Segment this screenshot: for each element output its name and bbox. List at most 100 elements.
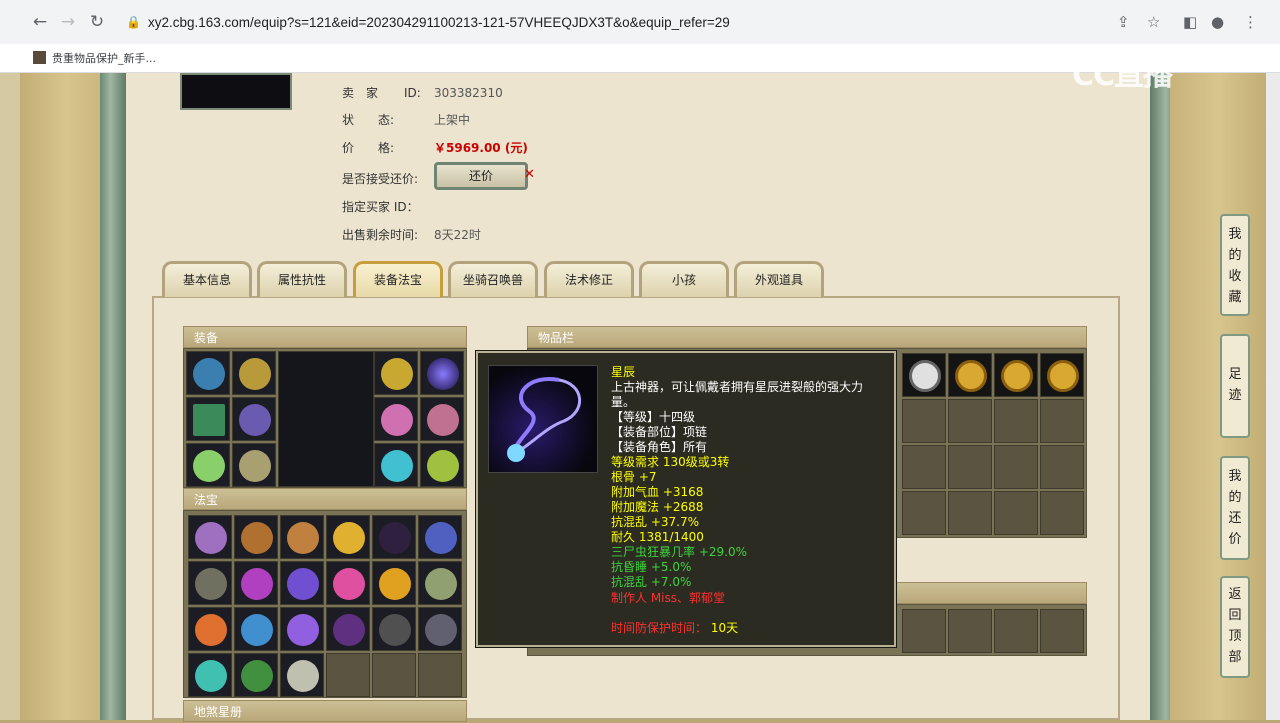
equip-slot[interactable]: [232, 397, 276, 441]
star-icon[interactable]: ☆: [1147, 13, 1160, 31]
fabao-icon: [195, 522, 227, 554]
equip-slot[interactable]: [186, 351, 230, 395]
tt-level: 【等级】十四级: [611, 410, 696, 424]
tab-mounts[interactable]: 坐骑召唤兽: [448, 261, 538, 297]
item-slot-empty[interactable]: [902, 491, 946, 535]
fabao-icon: [241, 614, 273, 646]
item-slot[interactable]: [902, 353, 946, 397]
tab-spells[interactable]: 法术修正: [544, 261, 634, 297]
my-haggle-button[interactable]: 我的还价: [1220, 456, 1250, 560]
fabao-icon: [333, 614, 365, 646]
item-slot-empty[interactable]: [994, 399, 1038, 443]
fabao-slot[interactable]: [234, 607, 278, 651]
item-slot-empty[interactable]: [948, 445, 992, 489]
tt-attr: 附加魔法 +2688: [611, 500, 704, 514]
my-favorites-button[interactable]: 我的收藏: [1220, 214, 1250, 316]
item-slot-empty[interactable]: [994, 491, 1038, 535]
haggle-button[interactable]: 还价: [434, 162, 528, 190]
tt-protect: 时间防保护时间： 10天: [611, 621, 738, 636]
fabao-slot[interactable]: [372, 561, 416, 605]
item-slot-empty[interactable]: [902, 609, 946, 653]
fabao-slot[interactable]: [280, 561, 324, 605]
equip-slot-necklace[interactable]: [420, 351, 464, 395]
tab-equipment[interactable]: 装备法宝: [353, 261, 443, 297]
item-slot[interactable]: [1040, 353, 1084, 397]
equip-slot[interactable]: [186, 443, 230, 487]
fabao-slot-empty[interactable]: [418, 653, 462, 697]
fabao-slot[interactable]: [234, 515, 278, 559]
item-slot-empty[interactable]: [994, 445, 1038, 489]
book-icon: [193, 404, 225, 436]
menu-icon[interactable]: ⋮: [1243, 13, 1258, 31]
bookmark-favicon-icon: [33, 51, 46, 64]
history-button[interactable]: 足迹: [1220, 334, 1250, 438]
haggle-close-icon[interactable]: ✕: [524, 167, 535, 182]
item-slot-empty[interactable]: [948, 399, 992, 443]
equip-slot[interactable]: [420, 397, 464, 441]
share-icon[interactable]: ⇪: [1117, 13, 1130, 31]
item-slot-empty[interactable]: [1040, 609, 1084, 653]
status-value: 上架中: [434, 113, 471, 127]
tab-appearance[interactable]: 外观道具: [734, 261, 824, 297]
equip-slot[interactable]: [374, 351, 418, 395]
equip-slot[interactable]: [232, 443, 276, 487]
tt-protect-label: 时间防保护时间：: [611, 621, 708, 635]
tt-role: 【装备角色】所有: [611, 440, 708, 454]
forward-icon[interactable]: →: [57, 11, 79, 33]
back-icon[interactable]: ←: [29, 11, 51, 33]
fabao-slot[interactable]: [280, 515, 324, 559]
fabao-slot[interactable]: [234, 561, 278, 605]
url-text[interactable]: xy2.cbg.163.com/equip?s=121&eid=20230429…: [148, 15, 730, 30]
item-slot-empty[interactable]: [994, 609, 1038, 653]
item-slot[interactable]: [948, 353, 992, 397]
equip-slot[interactable]: [420, 443, 464, 487]
profile-icon[interactable]: ●: [1211, 13, 1224, 31]
tab-attributes[interactable]: 属性抗性: [257, 261, 347, 297]
item-slot-empty[interactable]: [1040, 445, 1084, 489]
item-slot-empty[interactable]: [902, 399, 946, 443]
helmet-icon: [193, 358, 225, 390]
fabao-slot[interactable]: [326, 607, 370, 651]
fabao-slot[interactable]: [326, 561, 370, 605]
haggle-label: 是否接受还价:: [342, 172, 419, 186]
fabao-slot[interactable]: [188, 561, 232, 605]
reload-icon[interactable]: ↻: [86, 11, 108, 33]
fabao-icon: [195, 660, 227, 692]
tab-basic-info[interactable]: 基本信息: [162, 261, 252, 297]
fabao-slot[interactable]: [188, 607, 232, 651]
fabao-slot-empty[interactable]: [326, 653, 370, 697]
fabao-slot[interactable]: [280, 653, 324, 697]
tt-green: 抗混乱 +7.0%: [611, 575, 692, 589]
bookmark-item[interactable]: 贵重物品保护_新手...: [33, 50, 156, 66]
sidepanel-icon[interactable]: ◧: [1183, 13, 1197, 31]
fabao-slot[interactable]: [418, 515, 462, 559]
fabao-slot[interactable]: [188, 653, 232, 697]
item-slot-empty[interactable]: [1040, 399, 1084, 443]
tab-child[interactable]: 小孩: [639, 261, 729, 297]
equip-slot[interactable]: [232, 351, 276, 395]
item-slot-empty[interactable]: [948, 491, 992, 535]
tt-maker: 制作人 Miss、郭郁堂: [611, 591, 726, 605]
fabao-slot[interactable]: [188, 515, 232, 559]
left-decor: [20, 73, 112, 720]
fabao-slot-empty[interactable]: [372, 653, 416, 697]
lock-icon[interactable]: 🔒: [126, 15, 141, 29]
fabao-icon: [195, 568, 227, 600]
fabao-slot[interactable]: [372, 515, 416, 559]
fabao-slot[interactable]: [326, 515, 370, 559]
fabao-slot[interactable]: [372, 607, 416, 651]
fabao-slot[interactable]: [280, 607, 324, 651]
item-slot-empty[interactable]: [902, 445, 946, 489]
item-slot-empty[interactable]: [1040, 491, 1084, 535]
equip-slot[interactable]: [186, 397, 230, 441]
coin-silver-icon: [909, 360, 941, 392]
equip-slot[interactable]: [374, 443, 418, 487]
fabao-slot[interactable]: [418, 561, 462, 605]
back-to-top-button[interactable]: 返回顶部: [1220, 576, 1250, 678]
item-slot-empty[interactable]: [948, 609, 992, 653]
fabao-slot[interactable]: [234, 653, 278, 697]
equip-slot[interactable]: [374, 397, 418, 441]
scrollbar[interactable]: [1266, 73, 1280, 720]
item-slot[interactable]: [994, 353, 1038, 397]
fabao-slot[interactable]: [418, 607, 462, 651]
